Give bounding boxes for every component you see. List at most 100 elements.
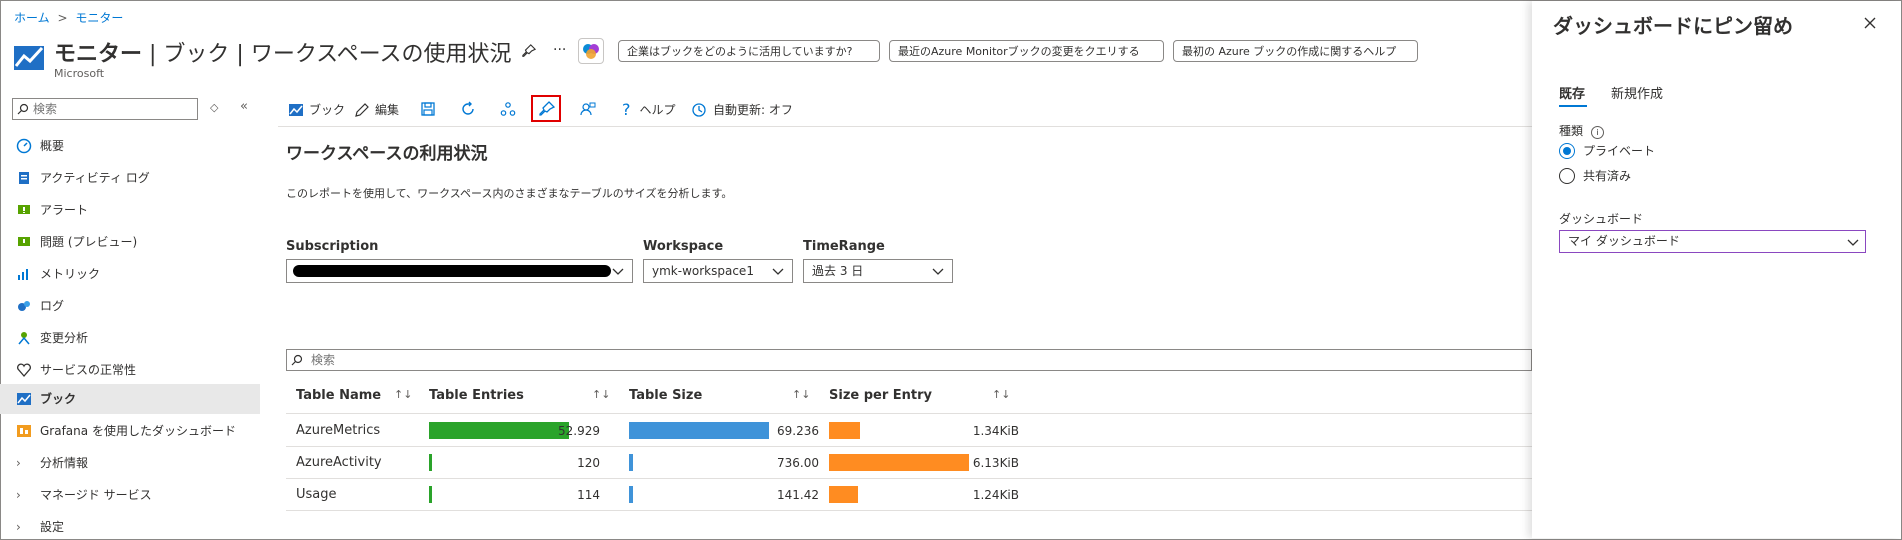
redacted-subscription [293, 265, 611, 277]
edit-icon [355, 103, 369, 117]
service-health-icon [17, 363, 31, 377]
cell-value: 114 [577, 488, 600, 502]
collapse-sidebar-icon[interactable]: « [240, 99, 248, 114]
breadcrumb-home[interactable]: ホーム [14, 11, 50, 25]
sidebar-item-service-health[interactable]: サービスの正常性 [16, 358, 136, 382]
grid-search-box[interactable] [286, 349, 1532, 371]
data-bar [829, 422, 860, 439]
pin-panel-title: ダッシュボードにピン留め [1553, 14, 1793, 38]
cell-value: 1.24KiB [972, 488, 1019, 502]
subscription-label: Subscription [286, 239, 379, 254]
chevron-down-icon [772, 268, 784, 275]
feedback-icon[interactable] [580, 101, 596, 117]
copilot-button[interactable] [578, 38, 604, 64]
sidebar-item-issues[interactable]: 問題 (プレビュー) [16, 230, 137, 254]
pin-icon[interactable] [522, 44, 536, 58]
tab-existing-underline [1559, 105, 1587, 107]
sidebar-search-input[interactable] [33, 101, 193, 117]
collapse-toggle-icon[interactable]: ◇ [210, 101, 218, 114]
toolbar-workbook-button[interactable]: ブック [288, 100, 345, 120]
sidebar-group-managed-services[interactable]: › マネージド サービス [16, 483, 152, 507]
radio-private[interactable]: プライベート [1559, 142, 1655, 159]
sidebar-item-grafana[interactable]: Grafana を使用したダッシュボード [16, 419, 236, 443]
help-icon: ? [622, 100, 631, 119]
cell-table-name: AzureActivity [296, 455, 382, 470]
breadcrumb-monitor[interactable]: モニター [75, 11, 123, 25]
search-icon [291, 354, 303, 366]
change-analysis-icon [18, 332, 30, 345]
info-icon[interactable]: i [1590, 126, 1604, 139]
tab-existing[interactable]: 既存 [1559, 83, 1585, 102]
subscription-dropdown[interactable] [286, 259, 633, 283]
help-link-enterprise[interactable]: 企業はブックをどのように活用していますか? [618, 40, 880, 62]
sidebar-search-box[interactable] [12, 98, 198, 120]
workbook-logo-icon [14, 46, 44, 70]
chevron-right-icon: › [16, 456, 21, 470]
chevron-right-icon: › [16, 488, 21, 502]
sidebar-item-change-analysis[interactable]: 変更分析 [16, 326, 88, 350]
sidebar-item-workbooks[interactable]: ブック [16, 387, 76, 411]
help-link-first-workbook[interactable]: 最初の Azure ブックの作成に関するヘルプ [1173, 40, 1418, 62]
dashboard-dropdown[interactable]: マイ ダッシュボード [1559, 230, 1866, 253]
sidebar-item-overview[interactable]: 概要 [16, 134, 64, 158]
chevron-right-icon: › [16, 520, 21, 534]
column-header-size-per-entry[interactable]: Size per Entry [829, 388, 932, 403]
publisher-label: Microsoft [54, 67, 105, 80]
sidebar-group-settings[interactable]: › 設定 [16, 515, 64, 539]
sort-icon[interactable]: ↑↓ [992, 388, 1010, 401]
toolbar-auto-refresh-button[interactable]: 自動更新: オフ [691, 100, 793, 120]
column-header-table-entries[interactable]: Table Entries [429, 388, 524, 403]
row-divider [286, 446, 1532, 447]
page-title: モニター | ブック | ワークスペースの使用状況 [54, 42, 512, 67]
share-icon[interactable] [500, 101, 516, 117]
search-icon [17, 103, 29, 115]
more-icon[interactable]: ··· [553, 42, 566, 58]
sort-icon[interactable]: ↑↓ [792, 388, 810, 401]
radio-shared[interactable]: 共有済み [1559, 167, 1631, 184]
radio-checked-icon [1559, 142, 1575, 159]
sidebar-item-alerts[interactable]: アラート [16, 198, 88, 222]
report-description: このレポートを使用して、ワークスペース内のさまざまなテーブルのサイズを分析します… [286, 187, 733, 200]
grafana-icon [17, 425, 31, 437]
toolbar-pin-button[interactable] [531, 95, 561, 122]
cell-value: 141.42 [777, 488, 819, 502]
workspace-dropdown[interactable]: ymk-workspace1 [643, 259, 793, 283]
copilot-icon [583, 44, 599, 59]
column-header-table-name[interactable]: Table Name [296, 388, 381, 403]
help-link-query-changes[interactable]: 最近のAzure Monitorブックの変更をクエリする [889, 40, 1164, 62]
data-bar [829, 486, 858, 503]
cell-value: 6.13KiB [972, 456, 1019, 470]
sidebar-item-metrics[interactable]: メトリック [16, 262, 100, 286]
tab-create-new[interactable]: 新規作成 [1611, 83, 1663, 102]
close-icon[interactable] [1864, 17, 1876, 29]
workbook-icon [17, 393, 31, 405]
sidebar-item-activity-log[interactable]: アクティビティ ログ [16, 166, 150, 190]
refresh-icon[interactable] [460, 101, 476, 117]
sidebar-group-insights[interactable]: › 分析情報 [16, 451, 88, 475]
sort-icon[interactable]: ↑↓ [394, 388, 412, 401]
toolbar-help-button[interactable]: ? ヘルプ [622, 100, 676, 120]
grid-search-input[interactable] [311, 352, 911, 368]
logs-icon [18, 301, 30, 311]
cell-value: 1.34KiB [972, 424, 1019, 438]
chevron-down-icon [932, 268, 944, 275]
sidebar-item-logs[interactable]: ログ [16, 294, 64, 318]
breadcrumb: ホーム > モニター [14, 9, 123, 26]
cell-value: 52.929 [558, 424, 600, 438]
issues-icon [18, 237, 30, 246]
sort-icon[interactable]: ↑↓ [592, 388, 610, 401]
data-bar [429, 486, 432, 503]
cell-value: 120 [577, 456, 600, 470]
save-icon[interactable] [420, 101, 436, 117]
alert-icon [18, 205, 30, 214]
breadcrumb-separator: > [57, 11, 68, 25]
timerange-dropdown[interactable]: 過去 3 日 [803, 259, 953, 283]
pin-icon [539, 101, 555, 116]
report-title: ワークスペースの利用状況 [286, 144, 488, 164]
chevron-down-icon [1847, 239, 1859, 246]
toolbar-edit-button[interactable]: 編集 [354, 100, 399, 120]
row-divider [286, 510, 1532, 511]
header-divider [286, 413, 1532, 414]
toolbar-divider [278, 126, 1532, 127]
column-header-table-size[interactable]: Table Size [629, 388, 702, 403]
